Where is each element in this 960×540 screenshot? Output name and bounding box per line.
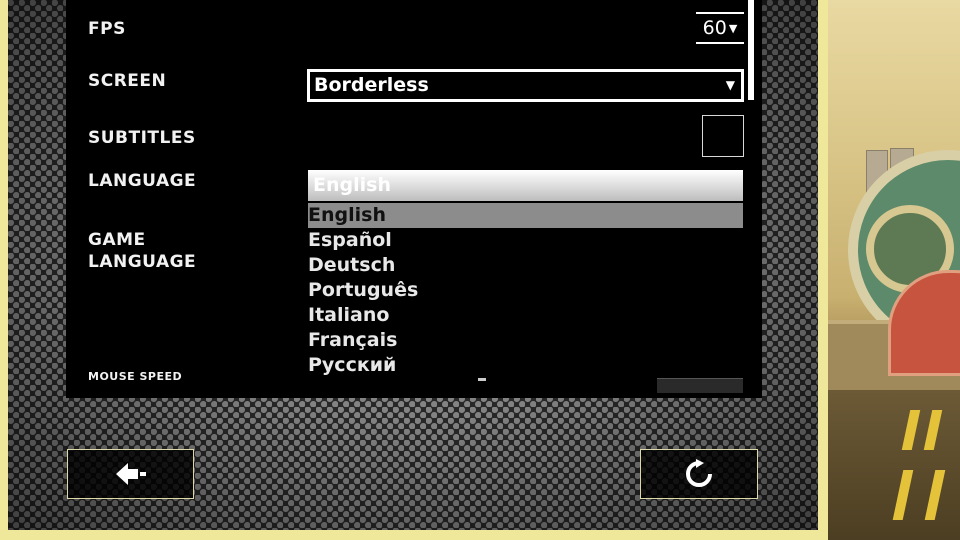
road-stripe bbox=[901, 410, 921, 450]
background-game-scene bbox=[828, 0, 960, 540]
language-dropdown[interactable]: English bbox=[308, 170, 743, 201]
language-option[interactable]: Italiano bbox=[308, 303, 743, 328]
screen-mode-dropdown[interactable]: Borderless ▼ bbox=[307, 69, 744, 102]
road-stripe bbox=[923, 410, 943, 450]
screen-label: SCREEN bbox=[88, 71, 167, 91]
game-language-label-line2: LANGUAGE bbox=[88, 252, 197, 272]
screen-mode-value: Borderless bbox=[314, 74, 429, 96]
settings-scrollbar[interactable] bbox=[748, 0, 754, 100]
mouse-speed-label: MOUSE SPEED bbox=[88, 370, 183, 383]
language-option[interactable]: Español bbox=[308, 228, 743, 253]
language-option[interactable]: Français bbox=[308, 328, 743, 353]
language-option[interactable]: Deutsch bbox=[308, 253, 743, 278]
back-arrow-icon bbox=[115, 463, 146, 485]
language-label: LANGUAGE bbox=[88, 171, 197, 191]
mouse-speed-slider[interactable] bbox=[478, 378, 486, 381]
fps-value: 60 bbox=[702, 17, 727, 39]
subtitles-checkbox[interactable] bbox=[702, 115, 744, 157]
reset-icon bbox=[686, 459, 712, 487]
background-road bbox=[828, 390, 960, 540]
dropdown-arrow-icon: ▼ bbox=[725, 78, 735, 92]
game-language-label-line1: GAME bbox=[88, 230, 146, 250]
language-option[interactable]: Português bbox=[308, 278, 743, 303]
back-button[interactable] bbox=[67, 449, 194, 499]
reset-button[interactable] bbox=[640, 449, 758, 499]
language-option[interactable]: English bbox=[308, 203, 743, 228]
road-stripe bbox=[892, 470, 914, 520]
dropdown-arrow-icon: ▼ bbox=[728, 21, 738, 35]
road-stripe bbox=[924, 470, 946, 520]
fps-dropdown[interactable]: 60 ▼ bbox=[696, 12, 744, 44]
mouse-speed-reset-button[interactable] bbox=[657, 378, 743, 393]
fps-label: FPS bbox=[88, 19, 126, 39]
language-options-list: English Español Deutsch Português Italia… bbox=[308, 203, 743, 378]
language-value: English bbox=[313, 174, 391, 196]
language-option[interactable]: Русский bbox=[308, 353, 743, 378]
subtitles-label: SUBTITLES bbox=[88, 128, 196, 148]
